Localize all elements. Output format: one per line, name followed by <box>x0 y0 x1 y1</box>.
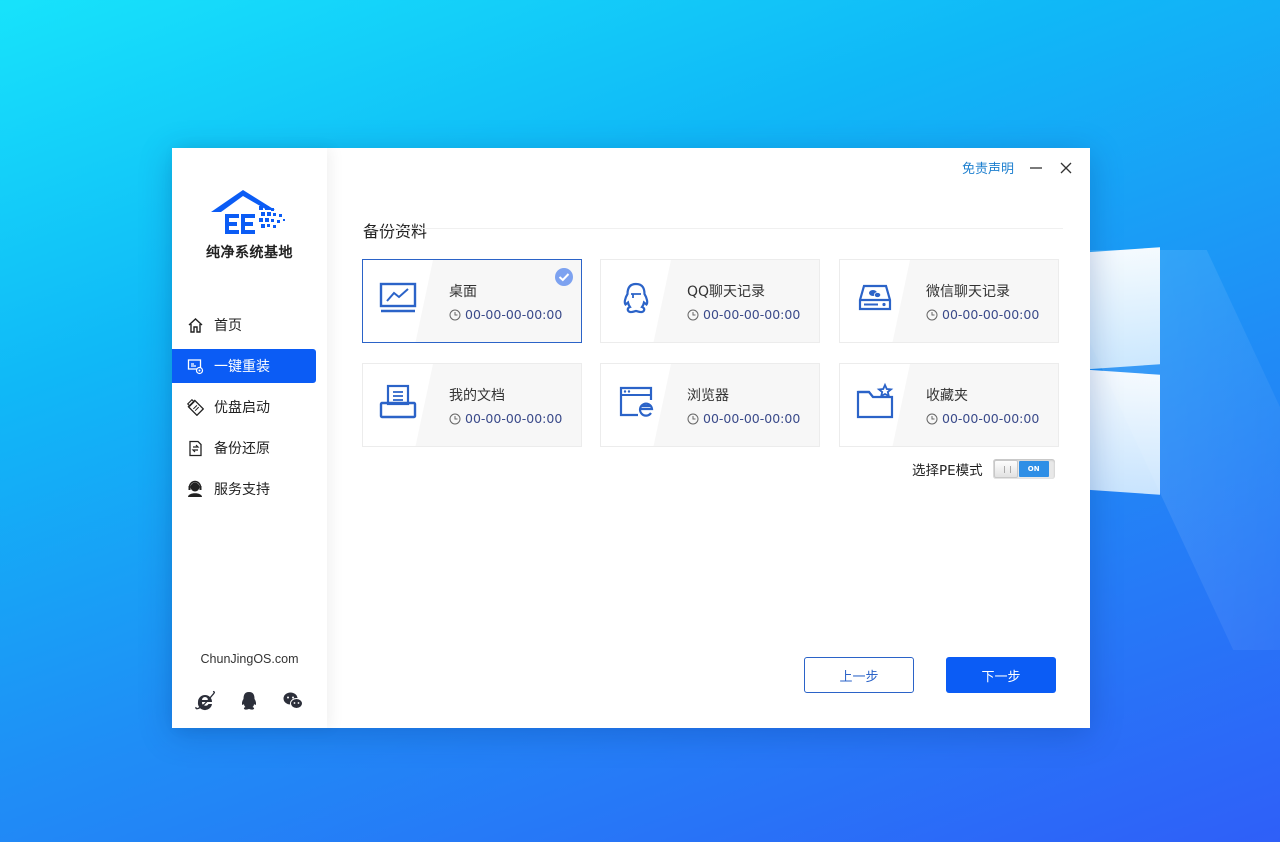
backup-card-desktop[interactable]: 桌面 00-00-00-00:00 <box>362 259 582 343</box>
card-name: 我的文档 <box>449 388 505 404</box>
logo-text: 纯净系统基地 <box>206 245 293 261</box>
clock-icon <box>449 309 461 321</box>
reinstall-icon <box>186 357 204 375</box>
sidebar-item-support[interactable]: 服务支持 <box>172 472 316 506</box>
card-time: 00-00-00-00:00 <box>703 411 801 426</box>
desktop-icon <box>378 278 418 318</box>
sidebar-item-label: 首页 <box>214 318 242 334</box>
previous-step-button[interactable]: 上一步 <box>804 657 914 693</box>
app-window: 纯净系统基地 首页 一键重装 优盘启动 备份还原 服务支持 ChunJingOS… <box>172 148 1090 728</box>
backup-card-wechat[interactable]: 微信聊天记录 00-00-00-00:00 <box>839 259 1059 343</box>
clock-icon <box>687 309 699 321</box>
toggle-knob <box>993 460 1018 478</box>
browser-icon <box>616 382 656 422</box>
main-panel: 免责声明 备份资料 桌面 00-00-00-00:00 QQ聊天记录 00-00… <box>327 148 1090 728</box>
backup-card-favorites[interactable]: 收藏夹 00-00-00-00:00 <box>839 363 1059 447</box>
close-icon[interactable] <box>1058 160 1074 176</box>
card-name: 收藏夹 <box>926 388 968 404</box>
sidebar-item-usb-boot[interactable]: 优盘启动 <box>172 390 316 424</box>
sidebar-item-label: 一键重装 <box>214 359 270 375</box>
card-name: 浏览器 <box>687 388 729 404</box>
house-logo-icon <box>210 190 285 234</box>
sidebar-item-label: 优盘启动 <box>214 400 270 416</box>
support-icon <box>186 480 204 498</box>
home-icon <box>186 316 204 334</box>
background-window-pane-top <box>1080 247 1160 370</box>
pe-mode-row: 选择PE模式 ON <box>912 459 1055 479</box>
card-name: 微信聊天记录 <box>926 284 1010 300</box>
usb-icon <box>186 398 204 416</box>
document-icon <box>378 382 418 422</box>
card-time: 00-00-00-00:00 <box>465 411 563 426</box>
ie-browser-icon[interactable] <box>194 690 216 712</box>
card-time: 00-00-00-00:00 <box>942 411 1040 426</box>
sidebar-item-label: 服务支持 <box>214 482 270 498</box>
title-bar: 免责声明 <box>962 158 1074 177</box>
backup-card-documents[interactable]: 我的文档 00-00-00-00:00 <box>362 363 582 447</box>
minimize-icon[interactable] <box>1028 160 1044 176</box>
website-link[interactable]: ChunJingOS.com <box>172 652 327 666</box>
backup-card-browser[interactable]: 浏览器 00-00-00-00:00 <box>600 363 820 447</box>
social-links <box>194 690 304 712</box>
sidebar-item-backup-restore[interactable]: 备份还原 <box>172 431 316 465</box>
section-divider <box>363 228 1063 229</box>
clock-icon <box>449 413 461 425</box>
card-time: 00-00-00-00:00 <box>703 307 801 322</box>
qq-icon[interactable] <box>238 690 260 712</box>
sidebar: 纯净系统基地 首页 一键重装 优盘启动 备份还原 服务支持 ChunJingOS… <box>172 148 327 728</box>
backup-card-qq[interactable]: QQ聊天记录 00-00-00-00:00 <box>600 259 820 343</box>
section-title: 备份资料 <box>363 222 428 241</box>
sidebar-item-home[interactable]: 首页 <box>172 308 316 342</box>
wechat-icon[interactable] <box>282 690 304 712</box>
favorites-folder-icon <box>855 382 895 422</box>
next-step-button[interactable]: 下一步 <box>946 657 1056 693</box>
toggle-state-label: ON <box>1018 461 1049 477</box>
sidebar-item-reinstall[interactable]: 一键重装 <box>172 349 316 383</box>
card-name: QQ聊天记录 <box>687 284 766 300</box>
checkmark-icon <box>554 267 574 287</box>
pe-mode-label: 选择PE模式 <box>912 463 983 479</box>
pe-mode-toggle[interactable]: ON <box>992 459 1055 479</box>
sidebar-nav: 首页 一键重装 优盘启动 备份还原 服务支持 <box>172 308 327 513</box>
app-logo: 纯净系统基地 <box>172 188 327 262</box>
card-time: 00-00-00-00:00 <box>942 307 1040 322</box>
clock-icon <box>926 413 938 425</box>
clock-icon <box>926 309 938 321</box>
card-time: 00-00-00-00:00 <box>465 307 563 322</box>
sidebar-item-label: 备份还原 <box>214 441 270 457</box>
disclaimer-link[interactable]: 免责声明 <box>962 158 1014 177</box>
qq-icon <box>616 278 656 318</box>
backup-icon <box>186 439 204 457</box>
clock-icon <box>687 413 699 425</box>
card-name: 桌面 <box>449 284 477 300</box>
background-window-pane-bottom <box>1080 369 1160 495</box>
wechat-drive-icon <box>855 278 895 318</box>
